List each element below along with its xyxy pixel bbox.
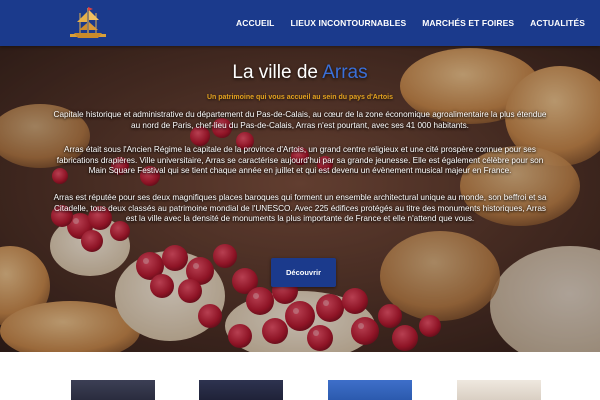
ship-logo-icon[interactable]: [68, 4, 108, 42]
card-image-3[interactable]: [328, 380, 412, 400]
nav-link-marches-et-foires[interactable]: MARCHÉS ET FOIRES: [422, 18, 514, 28]
top-navbar: ACCUEIL LIEUX INCONTOURNABLES MARCHÉS ET…: [0, 0, 600, 46]
nav-link-lieux-incontournables[interactable]: LIEUX INCONTOURNABLES: [290, 18, 406, 28]
intro-paragraph-1: Capitale historique et administrative du…: [53, 110, 547, 130]
main-menu: ACCUEIL LIEUX INCONTOURNABLES MARCHÉS ET…: [236, 0, 600, 46]
hero-content: La ville de Arras Un patrimoine qui vous…: [0, 46, 600, 352]
card-image-2[interactable]: [199, 380, 283, 400]
intro-paragraph-2: Arras était sous l'Ancien Régime la capi…: [56, 145, 544, 176]
title-city-name: Arras: [322, 62, 368, 83]
title-prefix: La ville de: [232, 62, 318, 83]
nav-link-accueil[interactable]: ACCUEIL: [236, 18, 274, 28]
page-title: La ville de Arras: [0, 62, 600, 84]
hero-section: La ville de Arras Un patrimoine qui vous…: [0, 46, 600, 352]
card-image-4[interactable]: [457, 380, 541, 400]
decouvrir-button[interactable]: Découvrir: [271, 258, 336, 287]
hero-subtitle: Un patrimoine qui vous accueil au sein d…: [206, 94, 394, 101]
nav-link-actualites[interactable]: ACTUALITÉS: [530, 18, 585, 28]
intro-paragraph-3: Arras est réputée pour ses deux magnifiq…: [53, 193, 547, 224]
card-image-1[interactable]: [71, 380, 155, 400]
featured-cards-row: [0, 352, 600, 400]
